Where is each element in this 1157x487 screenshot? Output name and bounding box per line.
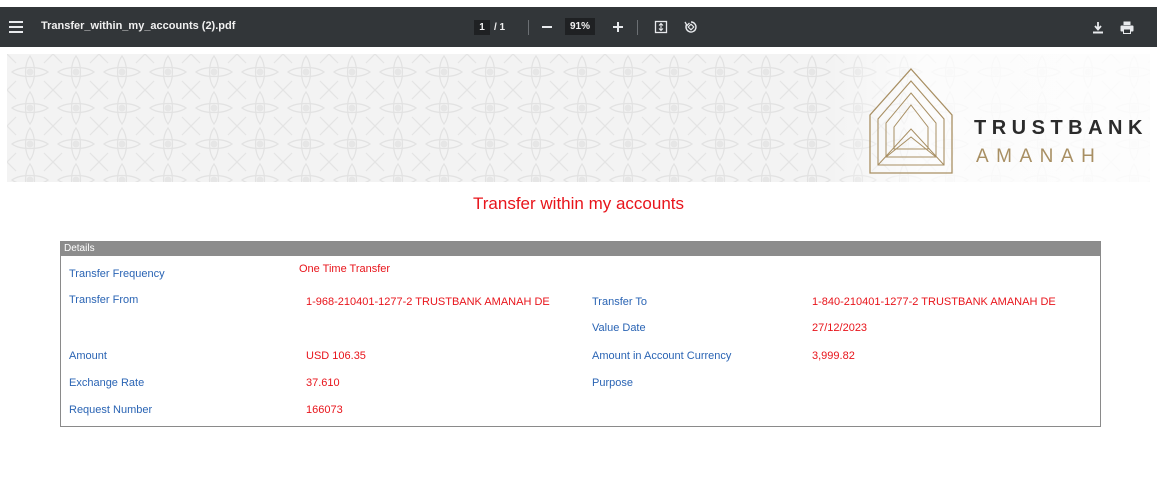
page-indicator: 1 / 1 xyxy=(474,18,505,36)
transfer-to-label: Transfer To xyxy=(592,296,648,308)
details-section-header: Details xyxy=(61,242,1100,256)
value-date-value: 27/12/2023 xyxy=(812,322,868,334)
exchange-rate-value: 37.610 xyxy=(306,377,340,389)
zoom-out-button[interactable] xyxy=(537,17,557,37)
transfer-from-label: Transfer From xyxy=(69,294,139,306)
menu-icon[interactable] xyxy=(9,21,23,33)
zoom-in-button[interactable] xyxy=(608,17,628,37)
fit-to-page-button[interactable] xyxy=(651,17,671,37)
fit-page-icon xyxy=(654,20,668,34)
amount-label: Amount xyxy=(69,350,107,362)
document-filename: Transfer_within_my_accounts (2).pdf xyxy=(41,20,236,32)
trustbank-logo-icon xyxy=(869,68,953,174)
document-title: Transfer within my accounts xyxy=(473,194,684,213)
pdf-viewer-toolbar: Transfer_within_my_accounts (2).pdf 1 / … xyxy=(0,7,1157,47)
rotate-button[interactable] xyxy=(681,17,701,37)
transfer-frequency-label: Transfer Frequency xyxy=(69,268,165,280)
toolbar-divider xyxy=(528,20,529,35)
page-total: / 1 xyxy=(494,21,506,33)
toolbar-divider xyxy=(637,20,638,35)
purpose-label: Purpose xyxy=(592,377,633,389)
rotate-icon xyxy=(684,21,697,33)
exchange-rate-label: Exchange Rate xyxy=(69,377,145,389)
amount-in-account-currency-label: Amount in Account Currency xyxy=(592,350,732,362)
print-button[interactable] xyxy=(1117,17,1137,37)
plus-icon xyxy=(613,22,623,32)
brand-subtitle: AMANAH xyxy=(976,146,1103,167)
request-number-label: Request Number xyxy=(69,404,153,416)
download-icon xyxy=(1093,21,1103,33)
minus-icon xyxy=(542,26,552,28)
amount-value: USD 106.35 xyxy=(306,350,366,362)
details-panel: Details Transfer Frequency One Time Tran… xyxy=(60,241,1101,427)
download-button[interactable] xyxy=(1088,17,1108,37)
brand-name: TRUSTBANK xyxy=(974,117,1148,139)
transfer-to-value: 1-840-210401-1277-2 TRUSTBANK AMANAH DE xyxy=(812,296,1056,308)
print-icon xyxy=(1120,21,1134,34)
amount-in-account-currency-value: 3,999.82 xyxy=(812,350,855,362)
bank-banner: TRUSTBANK AMANAH xyxy=(7,54,1150,182)
transfer-frequency-value: One Time Transfer xyxy=(299,263,391,275)
zoom-level-input[interactable]: 91% xyxy=(565,18,596,35)
value-date-label: Value Date xyxy=(592,322,646,334)
transfer-from-value: 1-968-210401-1277-2 TRUSTBANK AMANAH DE xyxy=(306,296,550,308)
request-number-value: 166073 xyxy=(306,404,343,416)
current-page-input[interactable]: 1 xyxy=(474,19,490,35)
